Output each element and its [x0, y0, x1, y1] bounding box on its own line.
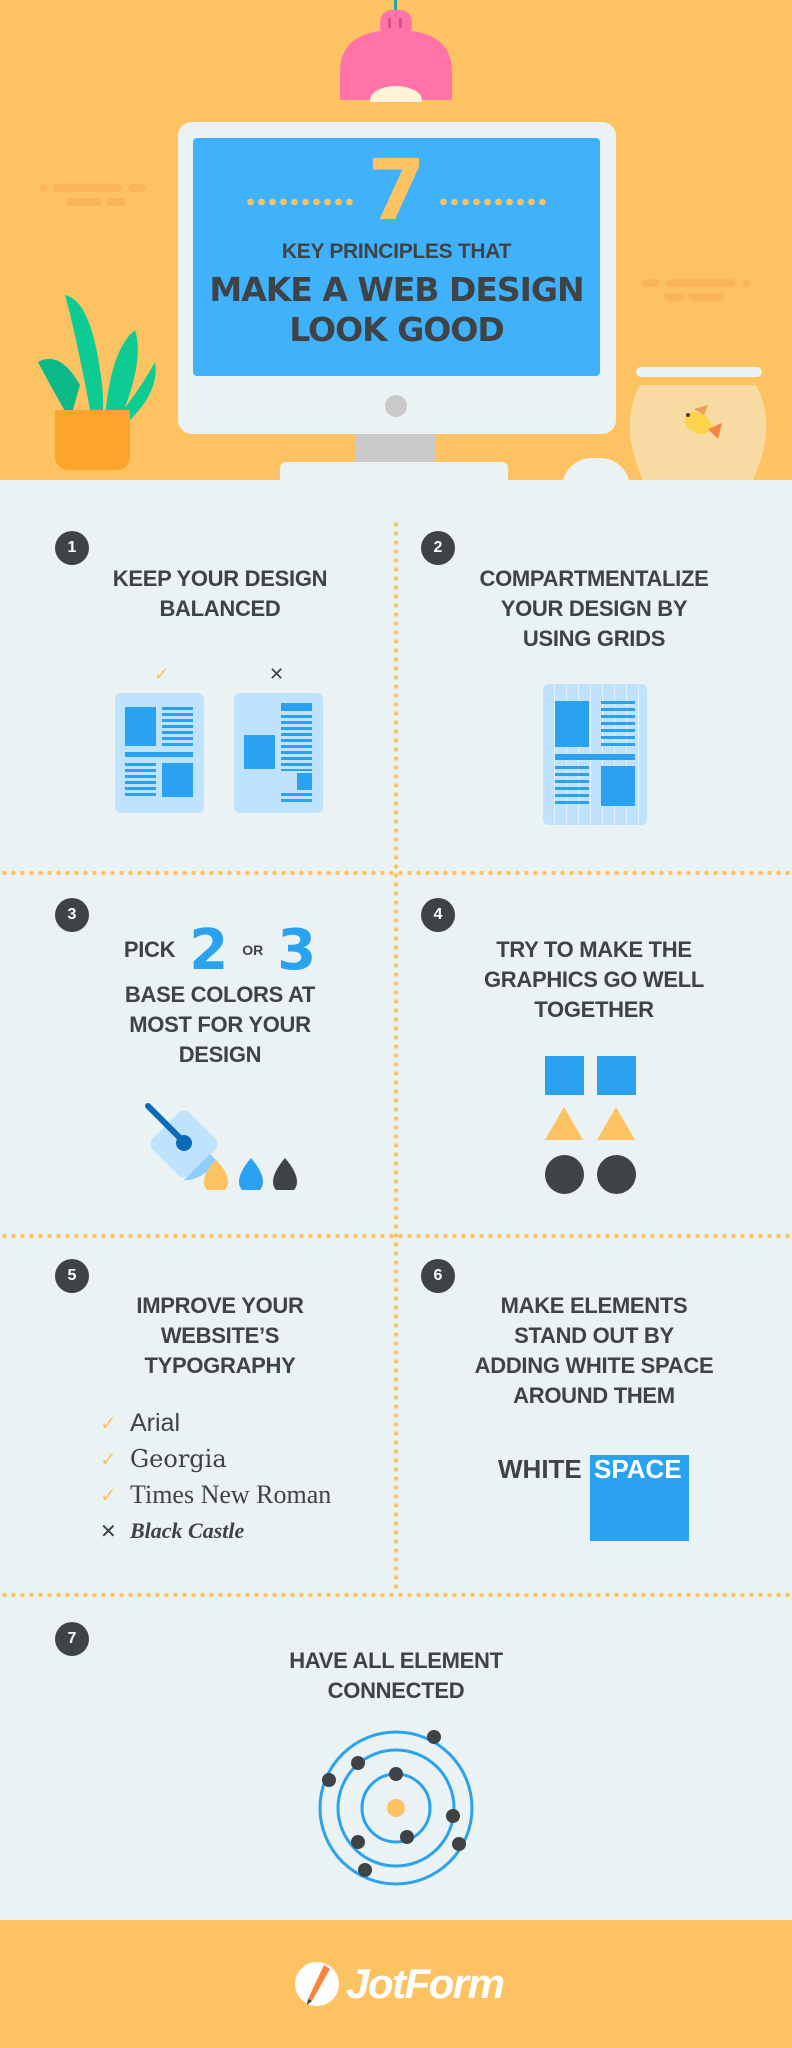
title-line: YOUR DESIGN BY [500, 596, 688, 621]
brand-name: JotForm [346, 1960, 505, 2007]
lamp-icon [338, 10, 454, 114]
white-word: WHITE [498, 1454, 582, 1484]
principle-4-title: TRY TO MAKE THE GRAPHICS GO WELL TOGETHE… [396, 935, 792, 1025]
principle-5-title: IMPROVE YOUR WEBSITE’S TYPOGRAPHY [22, 1291, 418, 1381]
step-badge-7: 7 [55, 1622, 89, 1656]
triangle-shape [545, 1107, 583, 1140]
footer: JotForm [0, 1920, 792, 2048]
hero-number: 7 [367, 141, 426, 239]
principle-6-title: MAKE ELEMENTS STAND OUT BY ADDING WHITE … [396, 1291, 792, 1411]
title-line: CONNECTED [327, 1678, 465, 1703]
title-line: TOGETHER [534, 997, 654, 1022]
monitor-screen: 7 KEY PRINCIPLES THAT MAKE A WEB DESIGN … [193, 138, 600, 376]
hero-headline: MAKE A WEB DESIGN LOOK GOOD [193, 270, 600, 350]
divider-horizontal-3 [0, 1592, 792, 1598]
number-two: 2 [189, 917, 229, 983]
or-word: OR [242, 942, 264, 958]
title-line: MOST FOR YOUR [129, 1012, 311, 1037]
title-line: HAVE ALL ELEMENT [289, 1648, 503, 1673]
monitor-stand [355, 434, 435, 464]
font-item-georgia: ✓ Georgia [100, 1441, 331, 1477]
number-three: 3 [277, 917, 317, 983]
headline-line-2: LOOK GOOD [289, 310, 505, 349]
font-name: Black Castle [130, 1518, 245, 1543]
check-icon: ✓ [100, 1484, 117, 1507]
cross-icon: ✕ [100, 1520, 117, 1543]
circle-shape [597, 1155, 636, 1194]
font-item-arial: ✓ Arial [100, 1405, 331, 1441]
principle-2-title: COMPARTMENTALIZE YOUR DESIGN BY USING GR… [396, 564, 792, 654]
hero-subtitle: KEY PRINCIPLES THAT [281, 240, 512, 263]
orbit-diagram-icon [316, 1728, 476, 1888]
divider-horizontal-1 [0, 870, 792, 876]
circle-shape [545, 1155, 584, 1194]
font-name: Arial [130, 1408, 181, 1437]
step-badge-2: 2 [421, 531, 455, 565]
title-line: USING GRIDS [522, 626, 666, 651]
font-list: ✓ Arial ✓ Georgia ✓ Times New Roman ✕ Black … [100, 1405, 331, 1549]
cross-icon: ✕ [269, 664, 285, 684]
title-line: TRY TO MAKE THE [496, 937, 692, 962]
title-line: AROUND THEM [513, 1383, 675, 1408]
title-line: IMPROVE YOUR [136, 1293, 304, 1318]
pick-line: PICK 2 OR 3 [22, 917, 418, 983]
jotform-logo[interactable]: JotForm [294, 1960, 505, 2008]
title-line: STAND OUT BY [514, 1323, 674, 1348]
monitor-power-button [385, 395, 407, 417]
step-badge-4: 4 [421, 898, 455, 932]
fishbowl-icon [628, 365, 768, 480]
space-box: SPACE [590, 1454, 689, 1541]
triangle-shape [597, 1107, 635, 1140]
square-shape [545, 1056, 584, 1095]
balanced-layout-icon [115, 693, 204, 813]
mouse [562, 458, 630, 480]
font-name: Times New Roman [130, 1480, 332, 1509]
principle-1-title: KEEP YOUR DESIGN BALANCED [22, 564, 418, 624]
title-line: DESIGN [178, 1042, 262, 1067]
decorative-dash-left [38, 183, 158, 218]
decorative-dash-right [642, 278, 762, 313]
principle-7-title: HAVE ALL ELEMENT CONNECTED [198, 1646, 594, 1706]
font-name: Georgia [130, 1445, 227, 1473]
title-line: KEEP YOUR DESIGN [112, 566, 328, 591]
font-item-black-castle: ✕ Black Castle [100, 1513, 331, 1549]
hero-banner: 7 KEY PRINCIPLES THAT MAKE A WEB DESIGN … [0, 0, 792, 480]
dots-right [438, 198, 548, 206]
keyboard [280, 462, 508, 480]
check-icon: ✓ [154, 664, 170, 684]
step-badge-5: 5 [55, 1259, 89, 1293]
step-badge-6: 6 [421, 1259, 455, 1293]
title-line: ADDING WHITE SPACE [474, 1353, 714, 1378]
title-line: GRAPHICS GO WELL [483, 967, 705, 992]
step-badge-1: 1 [55, 531, 89, 565]
divider-horizontal-2 [0, 1233, 792, 1239]
plant-icon [30, 290, 160, 480]
title-line: MAKE ELEMENTS [500, 1293, 688, 1318]
headline-line-1: MAKE A WEB DESIGN [209, 270, 584, 309]
pencil-logo-icon [295, 1962, 339, 2006]
title-line: BASE COLORS AT [124, 982, 316, 1007]
paint-bucket-icon [138, 1100, 308, 1194]
check-icon: ✓ [100, 1412, 117, 1435]
pick-word: PICK [123, 937, 176, 962]
check-icon: ✓ [100, 1448, 117, 1471]
principle-3-title: PICK 2 OR 3 BASE COLORS AT MOST FOR YOUR… [22, 917, 418, 1070]
title-line: COMPARTMENTALIZE [479, 566, 709, 591]
grid-layout-icon [543, 684, 647, 825]
square-shape [597, 1056, 636, 1095]
title-line: BALANCED [159, 596, 281, 621]
title-line: TYPOGRAPHY [144, 1353, 296, 1378]
font-item-times: ✓ Times New Roman [100, 1477, 331, 1513]
space-word: SPACE [594, 1454, 682, 1484]
title-line: WEBSITE’S [160, 1323, 280, 1348]
unbalanced-layout-icon [234, 693, 323, 813]
